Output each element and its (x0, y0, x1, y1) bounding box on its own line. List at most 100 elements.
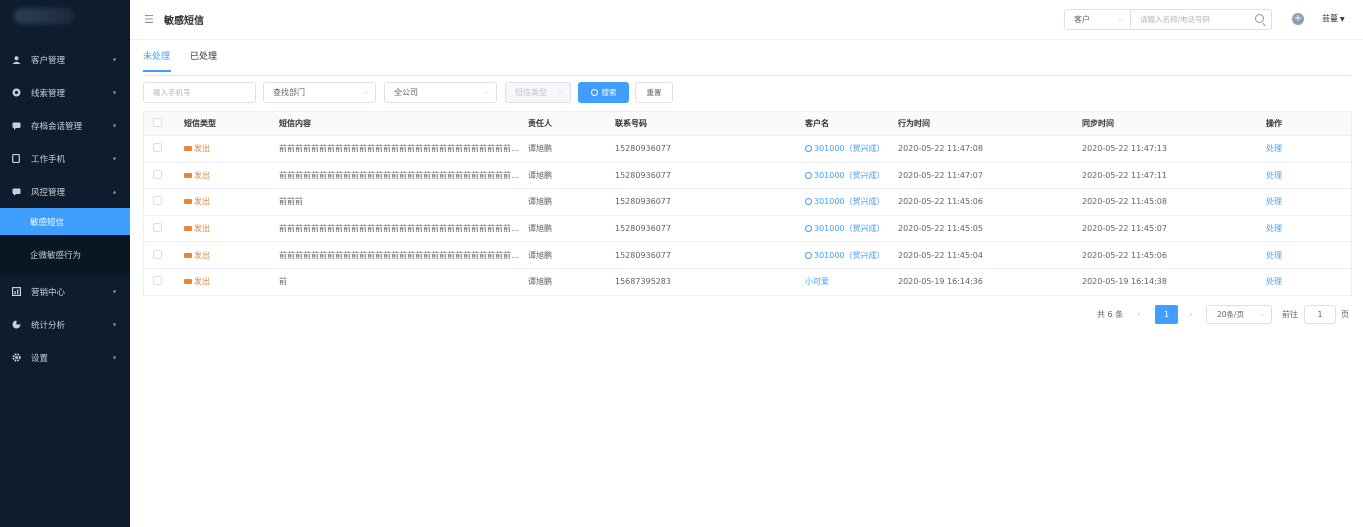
customer-cell: 301000（贺兴成） (805, 196, 898, 207)
sidebar-subitem-wecom-sensitive[interactable]: 企微敏感行为 (0, 235, 130, 275)
table-row: 发出 前前前前前前前前前前前前前前前前前前前前前前前前前前前前前前前前... 谭旭鹏… (144, 216, 1351, 243)
outgoing-icon (184, 146, 192, 152)
department-select[interactable]: 查找部门 ⌵ (263, 82, 376, 103)
chevron-down-icon: ▾ (112, 321, 116, 328)
logo (0, 0, 130, 41)
operation-cell: 处理 (1266, 223, 1346, 234)
wechat-icon (805, 251, 812, 259)
reset-button[interactable]: 重置 (635, 82, 673, 103)
sms-type-select[interactable]: 短信类型 ⌵ (505, 82, 571, 103)
process-link[interactable]: 处理 (1266, 251, 1282, 260)
search-button[interactable]: 搜索 (578, 82, 629, 103)
chevron-down-icon: ▾ (112, 354, 116, 361)
sidebar-item-settings[interactable]: 设置 ▾ (0, 341, 130, 374)
action-time-cell: 2020-05-22 11:45:05 (898, 224, 983, 234)
action-time-cell: 2020-05-22 11:47:08 (898, 144, 983, 154)
customer-name: 301000（贺兴成） (814, 224, 885, 234)
operation-cell: 处理 (1266, 170, 1346, 181)
sms-type-label: 发出 (194, 170, 210, 180)
sidebar-menu: 客户管理 ▾ 线索管理 ▾ 存档会话管理 ▾ 工作手机 ▾ 风控管理 ▴ 敏感短… (0, 43, 130, 374)
process-link[interactable]: 处理 (1266, 224, 1282, 233)
sms-type-placeholder: 短信类型 (515, 88, 547, 97)
customer-link[interactable]: 301000（贺兴成） (805, 197, 885, 206)
process-link[interactable]: 处理 (1266, 197, 1282, 206)
operation-cell: 处理 (1266, 276, 1346, 287)
wechat-icon (805, 171, 812, 179)
chevron-down-icon: ▾ (112, 56, 116, 63)
tab-unprocessed[interactable]: 未处理 (143, 49, 172, 72)
search-input[interactable] (1131, 10, 1271, 29)
tab-processed[interactable]: 已处理 (190, 49, 217, 72)
row-checkbox[interactable] (153, 196, 162, 206)
search-type-select[interactable]: 客户 ⌵ (1065, 10, 1131, 29)
row-select-cell (144, 196, 184, 207)
phone-input[interactable] (153, 88, 255, 97)
user-menu[interactable]: 芸蔓 ▼ (1322, 13, 1345, 24)
prev-page-icon[interactable]: ‹ (1137, 305, 1141, 324)
chevron-down-icon: ⌵ (483, 88, 489, 96)
sidebar-item-work-phone[interactable]: 工作手机 ▾ (0, 142, 130, 175)
customer-link[interactable]: 301000（贺兴成） (805, 171, 885, 180)
add-icon[interactable]: + (1292, 13, 1304, 25)
chevron-down-icon: ⌵ (557, 88, 563, 96)
chevron-down-icon: ▾ (112, 122, 116, 129)
pie-icon (10, 320, 22, 329)
page-size-select[interactable]: 20条/页 ⌵ (1206, 305, 1272, 324)
select-all-checkbox[interactable] (153, 118, 162, 127)
row-checkbox[interactable] (153, 169, 162, 179)
sidebar-item-archive-chat[interactable]: 存档会话管理 ▾ (0, 109, 130, 142)
sidebar-item-customer[interactable]: 客户管理 ▾ (0, 43, 130, 76)
sms-table: 短信类型 短信内容 责任人 联系号码 客户名 行为时间 同步时间 操作 发出 前前… (143, 111, 1352, 296)
sidebar-item-statistics[interactable]: 统计分析 ▾ (0, 308, 130, 341)
customer-link[interactable]: 小可爱 (805, 277, 829, 286)
wechat-icon (805, 225, 812, 233)
next-page-icon[interactable]: › (1189, 305, 1193, 324)
page-number-current[interactable]: 1 (1155, 305, 1178, 324)
customer-link[interactable]: 301000（贺兴成） (805, 144, 885, 153)
sms-content-cell: 前前前 (279, 197, 303, 207)
column-header: 责任人 (528, 119, 552, 128)
sms-type-cell: 发出 (184, 250, 279, 261)
sms-type-label: 发出 (194, 197, 210, 207)
customer-link[interactable]: 301000（贺兴成） (805, 224, 885, 233)
goto-page-input[interactable]: 1 (1304, 305, 1336, 324)
action-time-cell: 2020-05-22 11:47:07 (898, 170, 983, 180)
user-icon (10, 55, 22, 64)
sms-content-cell: 前前前前前前前前前前前前前前前前前前前前前前前前前前前前前前前前... (279, 170, 528, 180)
sidebar-subitem-label: 企微敏感行为 (30, 251, 82, 261)
wechat-icon (805, 145, 812, 153)
sms-type-tag: 发出 (184, 223, 210, 234)
chart-icon (10, 287, 22, 296)
row-select-cell (144, 223, 184, 234)
customer-cell: 301000（贺兴成） (805, 143, 898, 154)
reset-button-label: 重置 (646, 88, 662, 97)
row-checkbox[interactable] (153, 143, 162, 153)
chevron-down-icon: ⌵ (1259, 310, 1265, 318)
row-checkbox[interactable] (153, 249, 162, 259)
process-link[interactable]: 处理 (1266, 277, 1282, 286)
sidebar-item-risk-control[interactable]: 风控管理 ▴ (0, 175, 130, 208)
table-body: 发出 前前前前前前前前前前前前前前前前前前前前前前前前前前前前前前前前... 谭旭鹏… (144, 136, 1351, 296)
sms-type-tag: 发出 (184, 250, 210, 261)
column-header: 联系号码 (615, 119, 647, 128)
row-checkbox[interactable] (153, 223, 162, 233)
caret-down-icon: ▼ (1340, 16, 1345, 23)
phone-cell: 15687395283 (615, 277, 671, 287)
search-icon[interactable] (1255, 14, 1264, 23)
sync-time-cell: 2020-05-19 16:14:38 (1082, 277, 1167, 287)
row-select-cell (144, 276, 184, 287)
hamburger-menu-icon[interactable]: ☰ (144, 13, 154, 26)
process-link[interactable]: 处理 (1266, 144, 1282, 153)
sidebar-item-marketing[interactable]: 营销中心 ▾ (0, 275, 130, 308)
sidebar-item-leads[interactable]: 线索管理 ▾ (0, 76, 130, 109)
sidebar-subitem-sensitive-sms[interactable]: 敏感短信 (0, 208, 130, 235)
sync-time-cell: 2020-05-22 11:45:07 (1082, 224, 1167, 234)
process-link[interactable]: 处理 (1266, 171, 1282, 180)
row-checkbox[interactable] (153, 276, 162, 286)
sms-content-cell: 前 (279, 277, 287, 287)
phone-cell: 15280936077 (615, 170, 671, 180)
company-select[interactable]: 全公司 ⌵ (384, 82, 497, 103)
phone-filter[interactable] (143, 82, 256, 103)
sms-type-tag: 发出 (184, 143, 210, 154)
customer-link[interactable]: 301000（贺兴成） (805, 251, 885, 260)
